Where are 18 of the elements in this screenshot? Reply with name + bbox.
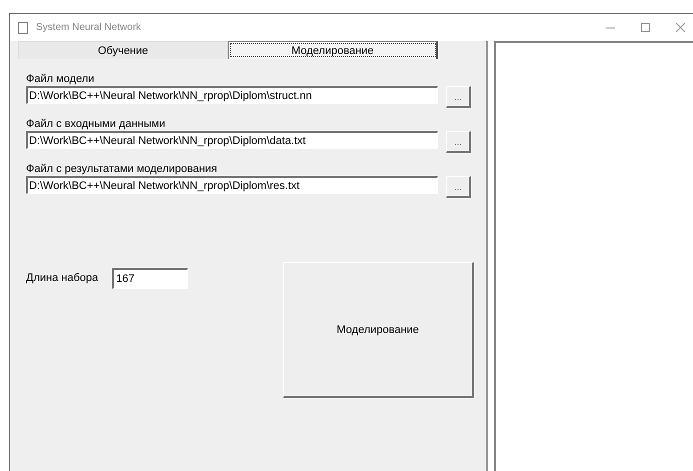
tab[interactable]: Моделирование bbox=[228, 41, 438, 59]
maximize-icon[interactable] bbox=[641, 23, 650, 32]
field-label: Файл с результатами моделирования bbox=[26, 163, 218, 176]
file-path-field[interactable]: D:\Work\BC++\Neural Network\NN_rprop\Diplom\data.txt bbox=[26, 131, 438, 149]
window-title: System Neural Network bbox=[36, 22, 142, 33]
browse-button[interactable]: ... bbox=[446, 86, 471, 108]
browse-button[interactable]: ... bbox=[446, 176, 471, 198]
document-icon bbox=[18, 22, 28, 34]
close-icon[interactable] bbox=[676, 23, 685, 32]
browse-button[interactable]: ... bbox=[446, 131, 471, 153]
field-label: Файл с входными данными bbox=[26, 118, 166, 131]
tab[interactable]: Обучение bbox=[18, 41, 228, 59]
run-button[interactable]: Моделирование bbox=[282, 262, 474, 398]
set-length-field[interactable]: 167 bbox=[112, 268, 188, 288]
field-label: Длина набора bbox=[26, 272, 98, 284]
file-path-field[interactable]: D:\Work\BC++\Neural Network\NN_rprop\Diplom\res.txt bbox=[26, 176, 438, 194]
field-label: Файл модели bbox=[26, 73, 96, 86]
file-path-field[interactable]: D:\Work\BC++\Neural Network\NN_rprop\Diplom\struct.nn bbox=[26, 86, 438, 104]
